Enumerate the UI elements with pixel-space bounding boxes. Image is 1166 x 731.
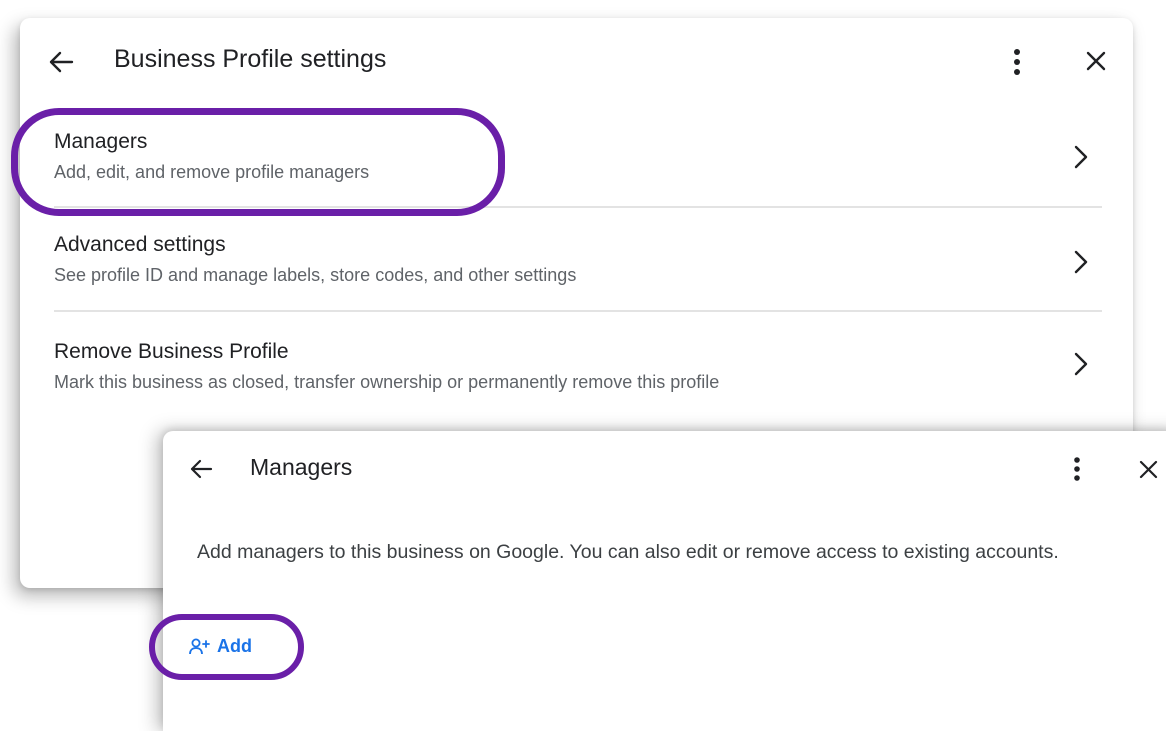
close-icon[interactable] bbox=[1139, 460, 1158, 479]
row-title: Advanced settings bbox=[54, 233, 226, 256]
row-subtitle: Add, edit, and remove profile managers bbox=[54, 162, 370, 182]
page-title: Managers bbox=[250, 454, 353, 480]
close-icon[interactable] bbox=[1086, 51, 1106, 71]
add-manager-button[interactable]: Add bbox=[189, 629, 252, 663]
divider bbox=[54, 206, 1102, 208]
chevron-right-icon bbox=[1074, 352, 1088, 376]
more-vert-icon[interactable] bbox=[1073, 456, 1081, 482]
settings-row-managers[interactable]: Managers Add, edit, and remove profile m… bbox=[54, 130, 1104, 226]
divider bbox=[54, 310, 1102, 312]
back-arrow-icon[interactable] bbox=[48, 50, 74, 74]
person-add-icon bbox=[189, 638, 210, 655]
more-vert-icon[interactable] bbox=[1013, 48, 1021, 76]
row-title: Managers bbox=[54, 130, 148, 153]
settings-row-remove-profile[interactable]: Remove Business Profile Mark this busine… bbox=[54, 340, 1104, 436]
page-title: Business Profile settings bbox=[114, 45, 387, 73]
chevron-right-icon bbox=[1074, 145, 1088, 169]
add-button-label: Add bbox=[217, 635, 252, 656]
row-title: Remove Business Profile bbox=[54, 340, 289, 363]
managers-description: Add managers to this business on Google.… bbox=[197, 541, 1059, 563]
settings-row-advanced[interactable]: Advanced settings See profile ID and man… bbox=[54, 233, 1104, 329]
row-subtitle: Mark this business as closed, transfer o… bbox=[54, 372, 720, 392]
chevron-right-icon bbox=[1074, 250, 1088, 274]
row-subtitle: See profile ID and manage labels, store … bbox=[54, 265, 577, 285]
back-arrow-icon[interactable] bbox=[189, 458, 213, 480]
managers-panel: Managers Add managers to this business o… bbox=[163, 431, 1166, 731]
